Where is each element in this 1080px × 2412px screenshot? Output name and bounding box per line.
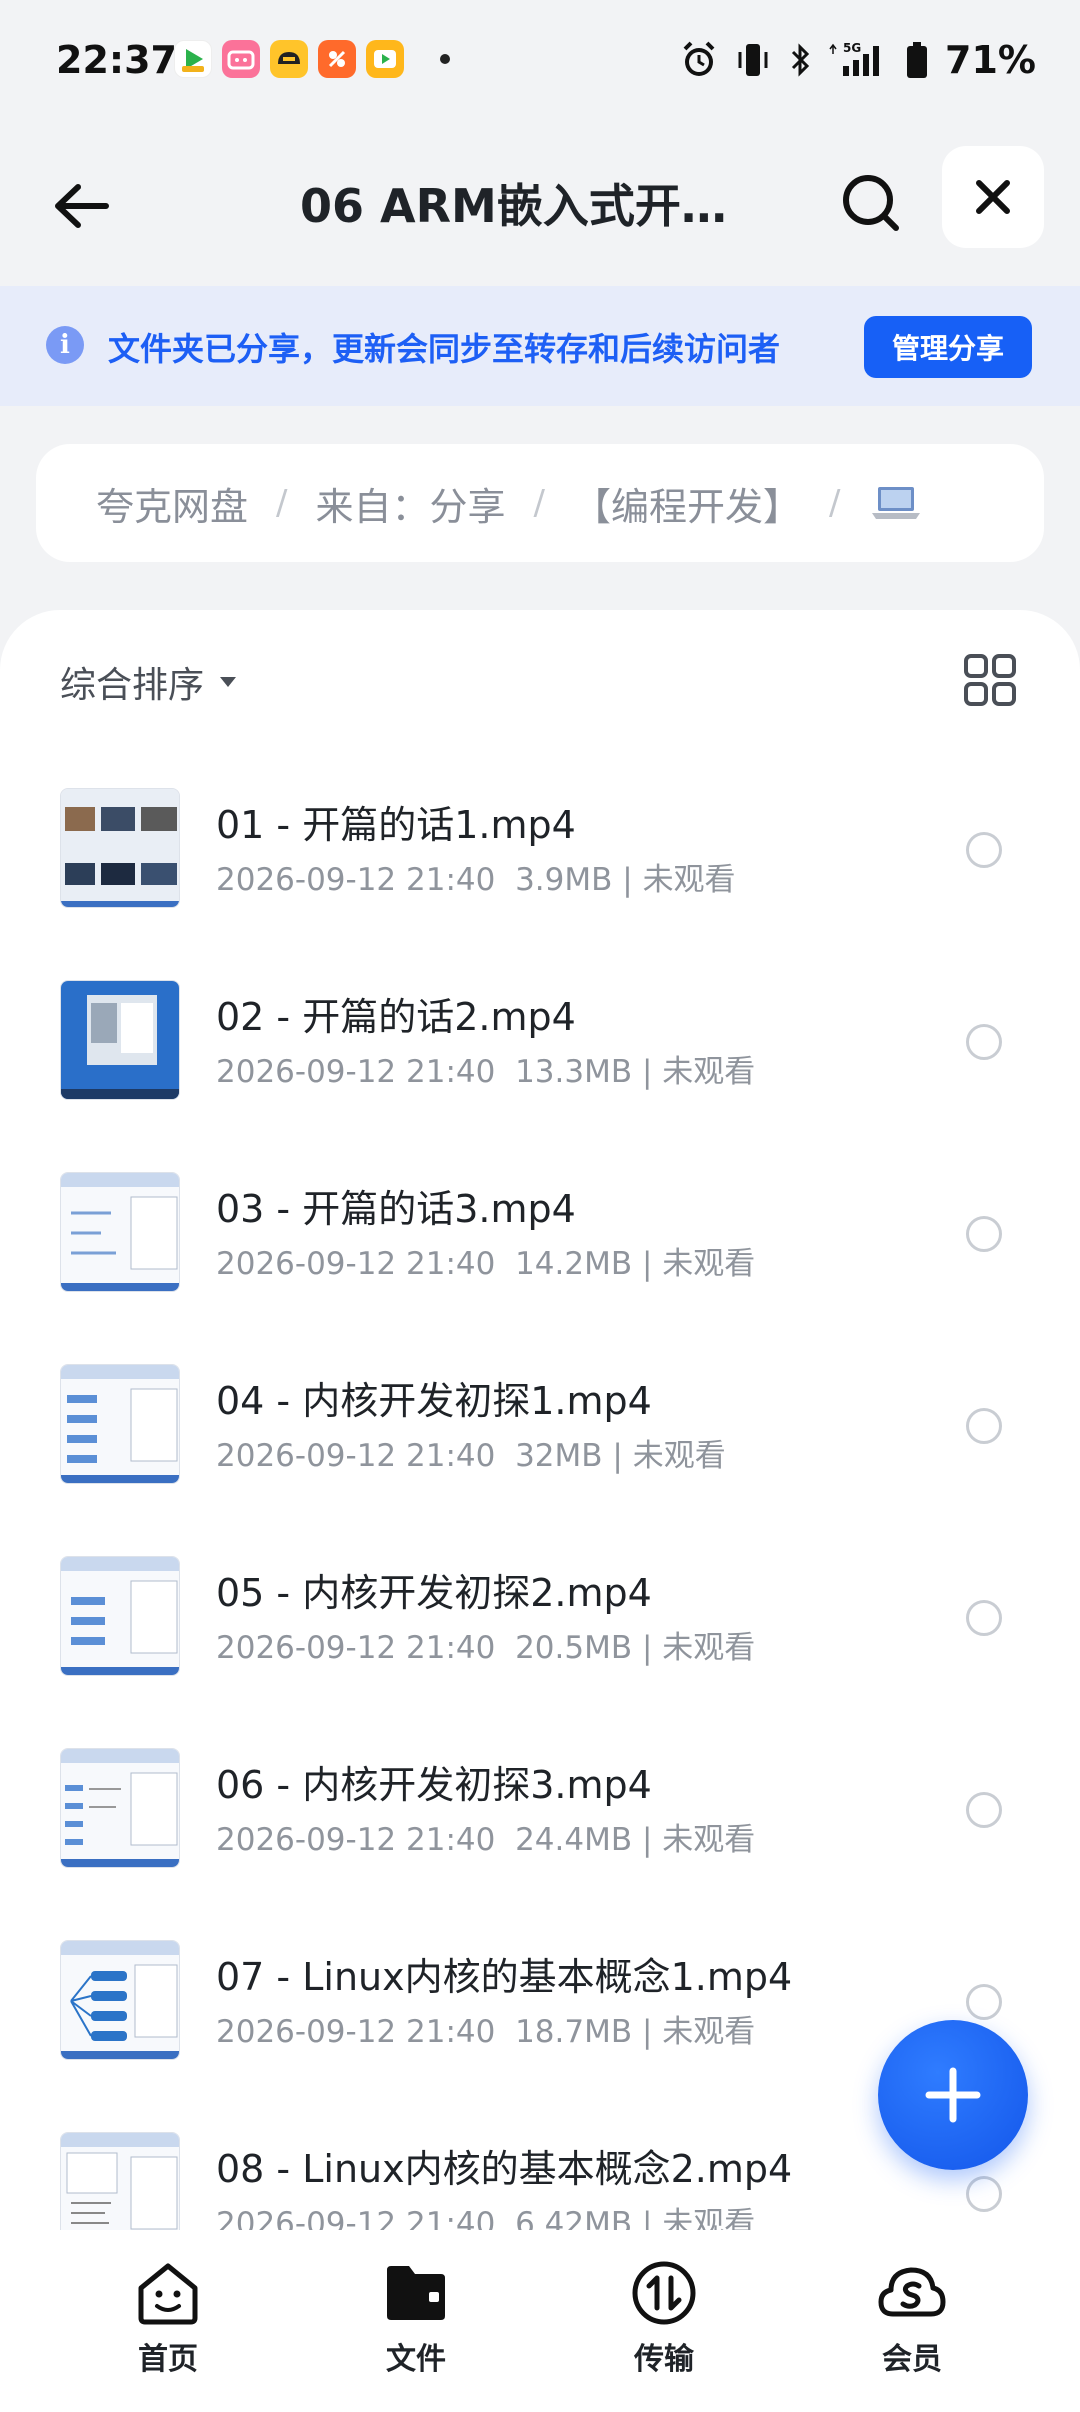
search-icon — [843, 175, 899, 231]
breadcrumb-separator: / — [533, 483, 545, 523]
plus-icon — [925, 2067, 981, 2123]
file-row[interactable]: 01 - 开篇的话1.mp4 2026-09-12 21:40 3.9MB | … — [0, 760, 1080, 952]
tab-label: 首页 — [138, 2342, 198, 2377]
signal-5g-icon: 5G — [829, 41, 880, 76]
home-face-icon — [138, 2263, 198, 2325]
select-checkbox[interactable] — [966, 2176, 1002, 2212]
select-checkbox[interactable] — [966, 1984, 1002, 2020]
battery-icon — [907, 42, 928, 78]
folder-icon — [387, 2266, 445, 2320]
bottom-tab-bar: 首页 文件 传输 会员 — [0, 2230, 1080, 2412]
sort-label: 综合排序 — [60, 665, 205, 706]
tab-vip[interactable]: 会员 — [832, 2258, 992, 2388]
info-icon: i — [46, 326, 84, 364]
tab-files[interactable]: 文件 — [336, 2258, 496, 2388]
back-button[interactable] — [40, 166, 120, 246]
tab-label: 传输 — [634, 2342, 694, 2377]
video-thumbnail — [60, 788, 180, 908]
tab-label: 会员 — [882, 2342, 942, 2377]
status-time: 22:37 — [56, 38, 177, 82]
taobao-app-icon — [318, 40, 356, 78]
laptop-emoji-icon[interactable] — [868, 483, 924, 523]
file-row[interactable]: 02 - 开篇的话2.mp4 2026-09-12 21:40 13.3MB |… — [0, 952, 1080, 1144]
status-bar: 22:37 5G 71% — [0, 0, 1080, 120]
select-checkbox[interactable] — [966, 832, 1002, 868]
bluetooth-icon — [791, 43, 810, 77]
grid-view-button[interactable] — [960, 650, 1020, 710]
breadcrumb-item-root[interactable]: 夸克网盘 — [96, 476, 248, 531]
arrow-left-icon — [55, 184, 109, 228]
file-meta: 2026-09-12 21:40 20.5MB | 未观看 — [216, 1630, 756, 1666]
file-meta: 2026-09-12 21:40 13.3MB | 未观看 — [216, 1054, 756, 1090]
video-thumbnail — [60, 980, 180, 1100]
tab-label: 文件 — [386, 2342, 446, 2377]
select-checkbox[interactable] — [966, 1792, 1002, 1828]
file-list: 01 - 开篇的话1.mp4 2026-09-12 21:40 3.9MB | … — [0, 760, 1080, 2230]
video-thumbnail — [60, 1556, 180, 1676]
player-app-icon — [366, 40, 404, 78]
file-name: 07 - Linux内核的基本概念1.mp4 — [216, 1955, 793, 1999]
battery-percent: 71% — [945, 38, 1036, 82]
notification-app-icons — [174, 40, 450, 78]
video-thumbnail — [60, 1172, 180, 1292]
file-name: 04 - 内核开发初探1.mp4 — [216, 1379, 652, 1423]
close-icon — [976, 180, 1010, 214]
sort-dropdown[interactable]: 综合排序 — [60, 656, 238, 708]
file-name: 06 - 内核开发初探3.mp4 — [216, 1763, 652, 1807]
file-meta: 2026-09-12 21:40 3.9MB | 未观看 — [216, 862, 736, 898]
tab-transfer[interactable]: 传输 — [584, 2258, 744, 2388]
transfer-icon — [632, 2261, 696, 2325]
file-meta: 2026-09-12 21:40 18.7MB | 未观看 — [216, 2014, 756, 2050]
caret-down-icon — [220, 677, 237, 687]
breadcrumb-separator: / — [828, 483, 841, 523]
breadcrumb-item-category[interactable]: 【编程开发】 — [573, 476, 801, 531]
share-banner-text: 文件夹已分享，更新会同步至转存和后续访问者 — [108, 330, 781, 368]
file-row[interactable]: 03 - 开篇的话3.mp4 2026-09-12 21:40 14.2MB |… — [0, 1144, 1080, 1336]
file-list-panel: 综合排序 01 - 开篇的话1.mp4 2026-09-12 21:40 3.9… — [0, 610, 1080, 2230]
file-row[interactable]: 06 - 内核开发初探3.mp4 2026-09-12 21:40 24.4MB… — [0, 1720, 1080, 1912]
video-thumbnail — [60, 1748, 180, 1868]
manage-share-button[interactable]: 管理分享 — [864, 316, 1032, 378]
svg-text:5G: 5G — [843, 41, 861, 55]
file-meta: 2026-09-12 21:40 6.42MB | 未观看 — [216, 2206, 756, 2230]
file-row[interactable]: 05 - 内核开发初探2.mp4 2026-09-12 21:40 20.5MB… — [0, 1528, 1080, 1720]
cloud-vip-icon — [878, 2267, 946, 2317]
tab-home[interactable]: 首页 — [88, 2258, 248, 2388]
file-name: 02 - 开篇的话2.mp4 — [216, 995, 576, 1039]
video-thumbnail — [60, 1940, 180, 2060]
breadcrumb-separator: / — [276, 483, 288, 523]
status-right: 5G 71% — [679, 38, 1036, 82]
file-name: 01 - 开篇的话1.mp4 — [216, 803, 576, 847]
car-app-icon — [270, 40, 308, 78]
search-button[interactable] — [832, 164, 912, 244]
file-name: 08 - Linux内核的基本概念2.mp4 — [216, 2147, 793, 2191]
vibrate-icon — [738, 44, 768, 76]
bilibili-app-icon — [222, 40, 260, 78]
add-button[interactable] — [878, 2020, 1028, 2170]
file-meta: 2026-09-12 21:40 24.4MB | 未观看 — [216, 1822, 756, 1858]
select-checkbox[interactable] — [966, 1600, 1002, 1636]
breadcrumb-item-share[interactable]: 来自：分享 — [315, 476, 505, 531]
select-checkbox[interactable] — [966, 1024, 1002, 1060]
video-thumbnail — [60, 1364, 180, 1484]
select-checkbox[interactable] — [966, 1216, 1002, 1252]
share-banner: i 文件夹已分享，更新会同步至转存和后续访问者 管理分享 — [0, 286, 1080, 406]
file-name: 05 - 内核开发初探2.mp4 — [216, 1571, 652, 1615]
close-button[interactable] — [942, 146, 1044, 248]
video-app-icon — [174, 40, 212, 78]
select-checkbox[interactable] — [966, 1408, 1002, 1444]
file-row[interactable]: 04 - 内核开发初探1.mp4 2026-09-12 21:40 32MB |… — [0, 1336, 1080, 1528]
file-meta: 2026-09-12 21:40 14.2MB | 未观看 — [216, 1246, 756, 1282]
top-navigation: 06 ARM嵌入式开发... — [0, 140, 1080, 260]
video-thumbnail — [60, 2132, 180, 2230]
more-notifications-icon — [440, 54, 450, 64]
file-meta: 2026-09-12 21:40 32MB | 未观看 — [216, 1438, 726, 1474]
grid-view-icon — [964, 654, 1016, 706]
screen: 22:37 5G 71% 06 ARM嵌入式开发... i 文件夹已分享，更新会… — [0, 0, 1080, 2412]
page-title: 06 ARM嵌入式开发... — [300, 179, 770, 233]
file-name: 03 - 开篇的话3.mp4 — [216, 1187, 576, 1231]
alarm-icon — [683, 41, 715, 76]
breadcrumb: 夸克网盘 / 来自：分享 / 【编程开发】 / — [36, 444, 1044, 562]
